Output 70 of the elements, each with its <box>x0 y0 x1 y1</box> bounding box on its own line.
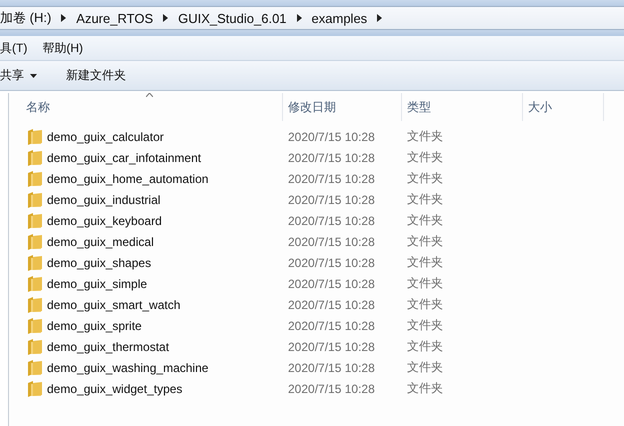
column-header[interactable]: 类型 <box>402 93 523 121</box>
date-modified: 2020/7/15 10:28 <box>288 192 375 206</box>
date-modified: 2020/7/15 10:28 <box>288 234 375 248</box>
column-header[interactable]: 大小 <box>523 93 604 121</box>
file-type: 文件夹 <box>407 317 443 334</box>
file-type: 文件夹 <box>407 296 443 313</box>
chevron-icon[interactable] <box>296 14 302 22</box>
date-modified: 2020/7/15 10:28 <box>288 340 375 354</box>
file-name[interactable]: demo_guix_sprite <box>47 318 142 332</box>
file-type: 文件夹 <box>407 233 443 250</box>
date-modified: 2020/7/15 10:28 <box>288 256 375 270</box>
breadcrumb-item[interactable]: Azure_RTOS <box>76 10 154 26</box>
date-modified: 2020/7/15 10:28 <box>288 172 375 186</box>
chevron-icon[interactable] <box>163 14 168 22</box>
folder-icon <box>28 254 42 270</box>
folder-icon <box>28 360 42 376</box>
file-name[interactable]: demo_guix_keyboard <box>47 214 162 228</box>
date-modified: 2020/7/15 10:28 <box>288 130 375 144</box>
file-name[interactable]: demo_guix_smart_watch <box>47 298 180 312</box>
file-type: 文件夹 <box>407 275 443 292</box>
file-type: 文件夹 <box>407 128 443 145</box>
folder-icon <box>28 380 42 396</box>
menu-item[interactable]: 帮助(H) <box>42 40 83 56</box>
date-modified: 2020/7/15 10:28 <box>288 276 375 290</box>
file-name[interactable]: demo_guix_industrial <box>47 192 160 206</box>
file-type: 文件夹 <box>407 338 443 355</box>
folder-icon <box>28 296 42 312</box>
folder-icon <box>28 128 42 144</box>
folder-icon <box>28 192 42 208</box>
file-name[interactable]: demo_guix_widget_types <box>47 382 182 396</box>
file-name[interactable]: demo_guix_home_automation <box>47 172 208 186</box>
folder-icon <box>28 276 42 292</box>
date-modified: 2020/7/15 10:28 <box>288 360 375 374</box>
chevron-icon[interactable] <box>61 14 66 22</box>
breadcrumb-item[interactable]: GUIX_Studio_6.01 <box>178 10 287 26</box>
file-name[interactable]: demo_guix_calculator <box>47 130 164 144</box>
file-type: 文件夹 <box>407 212 443 229</box>
file-type: 文件夹 <box>407 359 443 376</box>
file-name[interactable]: demo_guix_medical <box>47 234 154 248</box>
folder-icon <box>28 170 42 186</box>
caret-icon <box>30 74 37 78</box>
file-type: 文件夹 <box>407 254 443 271</box>
file-name[interactable]: demo_guix_shapes <box>47 256 152 270</box>
breadcrumb-item[interactable]: examples <box>312 10 368 26</box>
folder-icon <box>28 318 42 334</box>
date-modified: 2020/7/15 10:28 <box>288 382 375 396</box>
folder-icon <box>28 338 42 354</box>
file-name[interactable]: demo_guix_thermostat <box>47 340 170 354</box>
new-folder-button[interactable]: 新建文件夹 <box>66 64 136 87</box>
folder-icon <box>28 212 42 228</box>
address-bar[interactable]: 加卷 (H:) Azure_RTOS GUIX_Studio_6.01 examples <box>0 6 624 30</box>
menu-item[interactable]: 具(T) <box>0 40 28 56</box>
date-modified: 2020/7/15 10:28 <box>288 150 375 164</box>
file-name[interactable]: demo_guix_washing_machine <box>47 360 208 374</box>
share-dropdown[interactable]: 共享 <box>0 64 47 87</box>
chevron-icon[interactable] <box>377 14 382 22</box>
date-modified: 2020/7/15 10:28 <box>288 214 375 228</box>
file-type: 文件夹 <box>407 149 443 166</box>
folder-icon <box>28 150 42 166</box>
file-type: 文件夹 <box>407 170 443 187</box>
breadcrumb-item[interactable]: 加卷 (H:) <box>0 9 52 27</box>
date-modified: 2020/7/15 10:28 <box>288 318 375 332</box>
date-modified: 2020/7/15 10:28 <box>288 298 375 312</box>
file-type: 文件夹 <box>407 380 443 397</box>
column-header[interactable]: 修改日期 <box>283 93 402 121</box>
file-type: 文件夹 <box>407 191 443 208</box>
folder-icon <box>28 234 42 250</box>
file-name[interactable]: demo_guix_simple <box>47 276 148 290</box>
column-header[interactable]: 名称 <box>9 93 283 121</box>
file-name[interactable]: demo_guix_car_infotainment <box>47 150 202 164</box>
